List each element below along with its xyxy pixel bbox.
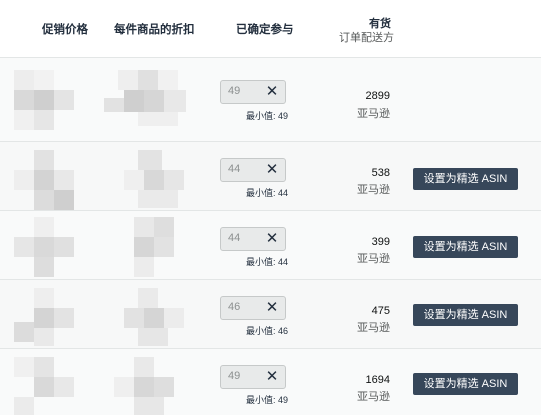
units-available: 2899 — [365, 90, 390, 102]
committed-qty-input[interactable]: 49 ✕ — [220, 365, 286, 389]
table-row: 44 ✕ 最小值: 44 538 亚马逊 设置为精选 ASIN — [0, 141, 541, 210]
discount-redacted — [114, 357, 190, 415]
set-featured-asin-button[interactable]: 设置为精选 ASIN — [413, 373, 518, 395]
table-row: 49 ✕ 最小值: 49 1694 亚马逊 设置为精选 ASIN — [0, 348, 541, 415]
min-qty-label: 最小值: 44 — [245, 188, 288, 198]
discount-redacted — [134, 217, 190, 277]
fulfilled-by: 亚马逊 — [357, 322, 390, 334]
price-redacted — [14, 70, 74, 130]
discount-redacted — [104, 70, 190, 130]
price-redacted — [14, 288, 74, 348]
price-redacted — [14, 150, 74, 210]
column-header-promo-price: 促销价格 — [42, 24, 88, 36]
table-row: 46 ✕ 最小值: 46 475 亚马逊 设置为精选 ASIN — [0, 279, 541, 348]
set-featured-asin-button[interactable]: 设置为精选 ASIN — [413, 304, 518, 326]
units-available: 399 — [371, 236, 390, 248]
committed-qty-input[interactable]: 49 ✕ — [220, 80, 286, 104]
min-qty-label: 最小值: 49 — [245, 395, 288, 405]
committed-qty-value: 44 — [228, 163, 241, 175]
set-featured-asin-button[interactable]: 设置为精选 ASIN — [413, 236, 518, 258]
committed-qty-input[interactable]: 44 ✕ — [220, 227, 286, 251]
fulfilled-by: 亚马逊 — [357, 184, 390, 196]
table-row: 44 ✕ 最小值: 44 399 亚马逊 设置为精选 ASIN — [0, 210, 541, 279]
committed-qty-value: 44 — [228, 232, 241, 244]
committed-qty-value: 46 — [228, 301, 241, 313]
fulfilled-by: 亚马逊 — [357, 108, 390, 120]
close-icon[interactable]: ✕ — [264, 367, 280, 387]
set-featured-asin-button[interactable]: 设置为精选 ASIN — [413, 168, 518, 190]
units-available: 538 — [371, 167, 390, 179]
close-icon[interactable]: ✕ — [264, 82, 280, 102]
deal-asin-table: 促销价格 每件商品的折扣 已确定参与 有货 订单配送方 49 ✕ 最小值: 49… — [0, 0, 541, 415]
close-icon[interactable]: ✕ — [264, 160, 280, 180]
price-redacted — [14, 357, 74, 415]
column-header-discount: 每件商品的折扣 — [114, 24, 195, 36]
column-header-committed: 已确定参与 — [236, 24, 294, 36]
column-header-stock-sub: 订单配送方 — [339, 32, 394, 44]
units-available: 1694 — [365, 374, 390, 386]
close-icon[interactable]: ✕ — [264, 298, 280, 318]
table-row: 49 ✕ 最小值: 49 2899 亚马逊 — [0, 57, 541, 141]
table-header: 促销价格 每件商品的折扣 已确定参与 有货 订单配送方 — [0, 0, 541, 58]
committed-qty-value: 49 — [228, 370, 241, 382]
min-qty-label: 最小值: 46 — [245, 326, 288, 336]
min-qty-label: 最小值: 49 — [245, 111, 288, 121]
close-icon[interactable]: ✕ — [264, 229, 280, 249]
min-qty-label: 最小值: 44 — [245, 257, 288, 267]
units-available: 475 — [371, 305, 390, 317]
fulfilled-by: 亚马逊 — [357, 391, 390, 403]
committed-qty-input[interactable]: 44 ✕ — [220, 158, 286, 182]
discount-redacted — [124, 288, 190, 348]
committed-qty-input[interactable]: 46 ✕ — [220, 296, 286, 320]
price-redacted — [14, 217, 74, 277]
fulfilled-by: 亚马逊 — [357, 253, 390, 265]
committed-qty-value: 49 — [228, 85, 241, 97]
discount-redacted — [124, 150, 190, 210]
